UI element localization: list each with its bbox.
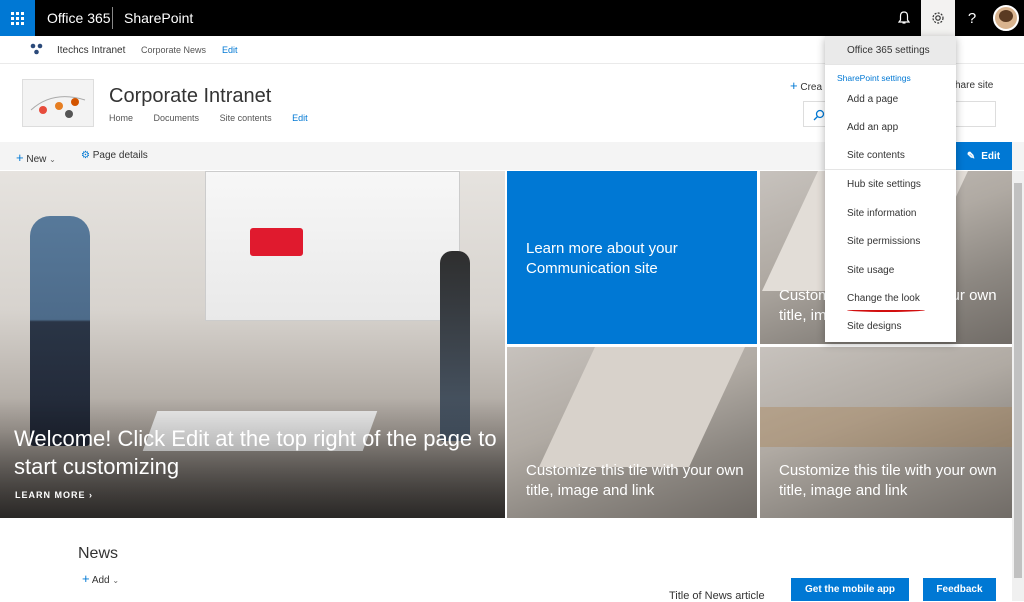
- menu-site-permissions[interactable]: Site permissions: [847, 236, 920, 247]
- hub-link-corporate-news[interactable]: Corporate News: [141, 45, 206, 55]
- settings-gear-icon[interactable]: [921, 0, 955, 36]
- learn-more-label: LEARN MORE: [15, 490, 86, 500]
- feedback-button[interactable]: Feedback: [923, 578, 996, 601]
- share-site-button[interactable]: hare site: [955, 80, 993, 91]
- news-article-title[interactable]: Title of News article: [669, 590, 765, 602]
- menu-site-usage[interactable]: Site usage: [847, 265, 894, 276]
- nav-documents[interactable]: Documents: [154, 113, 200, 123]
- plus-icon: +: [82, 571, 90, 586]
- menu-divider: [825, 64, 956, 65]
- menu-site-designs[interactable]: Site designs: [847, 321, 901, 332]
- help-icon[interactable]: ?: [955, 0, 989, 36]
- new-button[interactable]: + New ⌄: [16, 150, 56, 165]
- office365-link[interactable]: Office 365: [47, 10, 111, 26]
- chevron-down-icon: ⌄: [112, 576, 120, 585]
- menu-add-app[interactable]: Add an app: [847, 122, 898, 133]
- app-launcher-icon[interactable]: [0, 0, 35, 36]
- chevron-right-icon: ›: [89, 490, 94, 500]
- hub-logo-icon: [30, 43, 43, 55]
- create-label: Crea: [800, 82, 823, 93]
- sharepoint-link[interactable]: SharePoint: [124, 10, 193, 26]
- menu-add-page[interactable]: Add a page: [847, 94, 898, 105]
- new-label: New: [26, 154, 47, 165]
- search-icon: [813, 109, 825, 121]
- hub-edit-link[interactable]: Edit: [222, 45, 238, 55]
- chevron-down-icon: ⌄: [49, 155, 56, 164]
- plus-icon: +: [16, 150, 24, 165]
- nav-site-contents[interactable]: Site contents: [220, 113, 272, 123]
- settings-menu: Office 365 settings SharePoint settings …: [825, 36, 956, 342]
- get-mobile-app-button[interactable]: Get the mobile app: [791, 578, 909, 601]
- scrollbar-thumb[interactable]: [1014, 183, 1022, 578]
- page-details-button[interactable]: ⚙ Page details: [81, 150, 148, 161]
- menu-change-the-look[interactable]: Change the look: [847, 293, 920, 304]
- add-news-label: Add: [91, 575, 110, 586]
- hero-window-image: [205, 171, 460, 321]
- hero-main-text: Welcome! Click Edit at the top right of …: [14, 426, 497, 479]
- edit-label: Edit: [981, 150, 1001, 162]
- plus-icon: +: [790, 78, 798, 93]
- hero-tile-bottom-right[interactable]: Customize this tile with your own title,…: [760, 347, 1024, 518]
- page-details-label: Page details: [92, 150, 148, 161]
- site-navigation: Home Documents Site contents Edit: [109, 113, 326, 123]
- hero-blue-tile[interactable]: Learn more about your Communication site: [507, 171, 757, 344]
- user-avatar[interactable]: [993, 5, 1019, 31]
- tile-bottom-center-text: Customize this tile with your own title,…: [526, 462, 744, 499]
- suitebar-divider: [112, 7, 113, 29]
- add-news-button[interactable]: + Add ⌄: [82, 571, 119, 586]
- menu-hub-site-settings[interactable]: Hub site settings: [847, 179, 921, 190]
- nav-edit-link[interactable]: Edit: [292, 113, 308, 123]
- menu-divider: [825, 169, 956, 170]
- site-title[interactable]: Corporate Intranet: [109, 85, 271, 108]
- office365-settings-item[interactable]: Office 365 settings: [825, 36, 956, 64]
- nav-home[interactable]: Home: [109, 113, 133, 123]
- pencil-icon: ✎: [966, 150, 976, 162]
- hero-lamp-image: [250, 228, 303, 256]
- red-annotation-underline: [847, 308, 925, 312]
- learn-more-link[interactable]: LEARN MORE ›: [15, 490, 93, 500]
- blue-tile-text: Learn more about your Communication site: [526, 240, 678, 277]
- edit-page-button[interactable]: ✎ Edit: [955, 142, 1012, 170]
- notification-bell-icon[interactable]: [887, 0, 921, 36]
- gear-icon: ⚙: [81, 150, 90, 161]
- tile-ceiling-image: [760, 407, 1020, 447]
- suite-bar: Office 365 SharePoint ?: [0, 0, 1024, 36]
- news-section-title: News: [78, 545, 119, 562]
- tile-bottom-right-text: Customize this tile with your own title,…: [779, 462, 997, 499]
- menu-site-information[interactable]: Site information: [847, 208, 916, 219]
- hub-site-name[interactable]: Itechcs Intranet: [57, 45, 125, 56]
- site-logo[interactable]: [22, 79, 94, 127]
- create-button[interactable]: + Crea: [790, 78, 822, 93]
- sharepoint-settings-header: SharePoint settings: [837, 73, 911, 83]
- hero-main-tile[interactable]: Welcome! Click Edit at the top right of …: [0, 171, 505, 518]
- menu-site-contents[interactable]: Site contents: [847, 150, 905, 161]
- hero-tile-bottom-center[interactable]: Customize this tile with your own title,…: [507, 347, 757, 518]
- tile-architecture-image: [539, 347, 745, 467]
